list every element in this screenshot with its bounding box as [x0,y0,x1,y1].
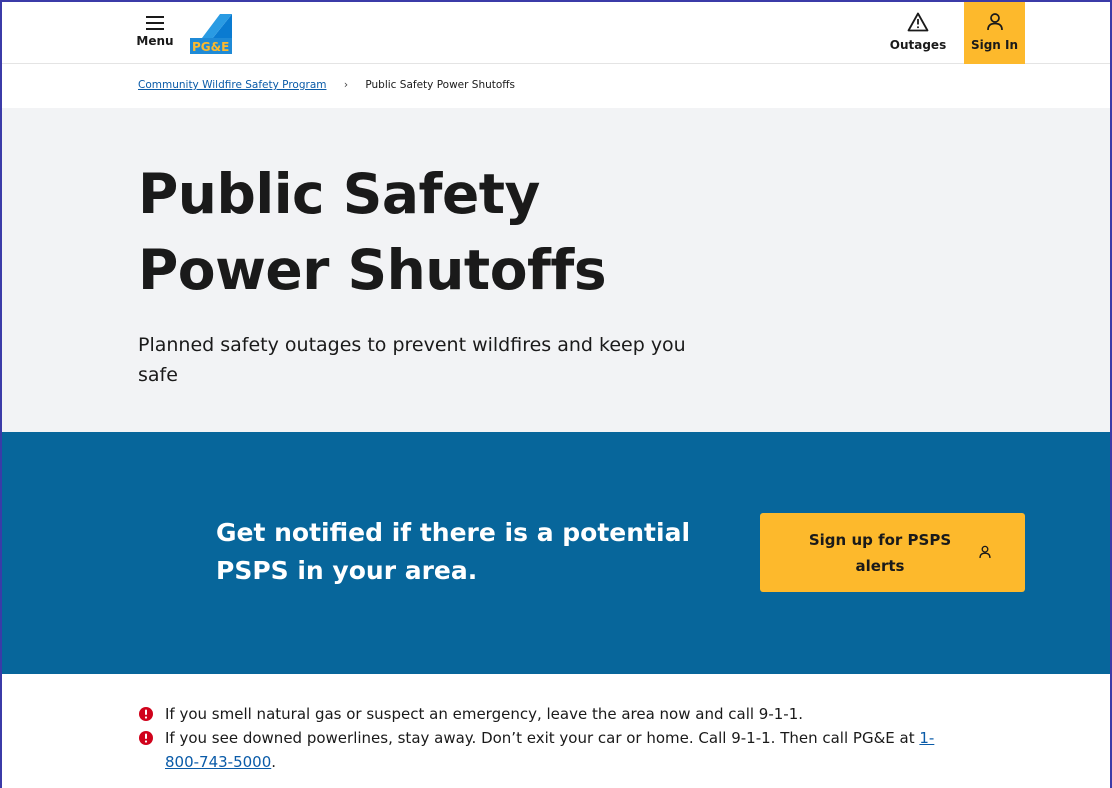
outages-button[interactable]: Outages [886,12,950,56]
user-icon [986,13,1003,31]
breadcrumb-link-wildfire-program[interactable]: Community Wildfire Safety Program [138,79,326,91]
cta-label: Sign up for PSPS alerts [800,527,960,579]
pge-logo[interactable]: PG&E [190,14,232,54]
sign-in-label: Sign In [970,38,1019,52]
cta-label-line2: alerts [855,557,905,575]
notice-gas: If you smell natural gas or suspect an e… [138,702,1018,726]
page-title-line2: Power Shutoffs [138,238,607,302]
page-title-line1: Public Safety [138,162,540,226]
warning-triangle-icon [907,12,929,32]
banner-message: Get notified if there is a potential PSP… [216,514,716,590]
page-title: Public Safety Power Shutoffs [138,156,758,308]
breadcrumb-separator: › [343,79,349,91]
notice-powerlines: If you see downed powerlines, stay away.… [138,726,1018,774]
hero-section: Public Safety Power Shutoffs Planned saf… [2,108,1110,432]
notice-gas-text: If you smell natural gas or suspect an e… [165,705,804,723]
banner-message-line2: PSPS in your area. [216,556,478,585]
hamburger-icon [146,16,164,30]
exclamation-circle-icon [139,731,153,745]
exclamation-circle-icon [139,707,153,721]
sign-in-button[interactable]: Sign In [964,2,1025,64]
breadcrumb-current: Public Safety Power Shutoffs [365,79,516,91]
sign-up-psps-alerts-button[interactable]: Sign up for PSPS alerts [760,513,1025,592]
user-icon [979,545,991,559]
menu-label: Menu [136,34,174,48]
logo-text: PG&E [192,40,229,54]
banner-message-line1: Get notified if there is a potential [216,518,691,547]
menu-button[interactable]: Menu [135,16,175,56]
phone-suffix: . [271,753,277,771]
page-subtitle: Planned safety outages to prevent wildfi… [138,334,686,386]
breadcrumb: Community Wildfire Safety Program › Publ… [2,65,1110,107]
site-header: Menu PG&E Outages Sign In [2,2,1110,64]
cta-label-line1: Sign up for PSPS [808,531,952,549]
phone-link-part2[interactable]: 800-743-5000 [165,753,271,771]
phone-link-part1[interactable]: 1- [919,729,934,747]
psps-alert-banner: Get notified if there is a potential PSP… [2,432,1110,674]
outages-label: Outages [889,38,947,52]
emergency-notices: If you smell natural gas or suspect an e… [138,702,1018,774]
browser-frame: Menu PG&E Outages Sign In Community Wild… [0,0,1112,788]
notice-powerlines-text: If you see downed powerlines, stay away.… [165,729,920,747]
